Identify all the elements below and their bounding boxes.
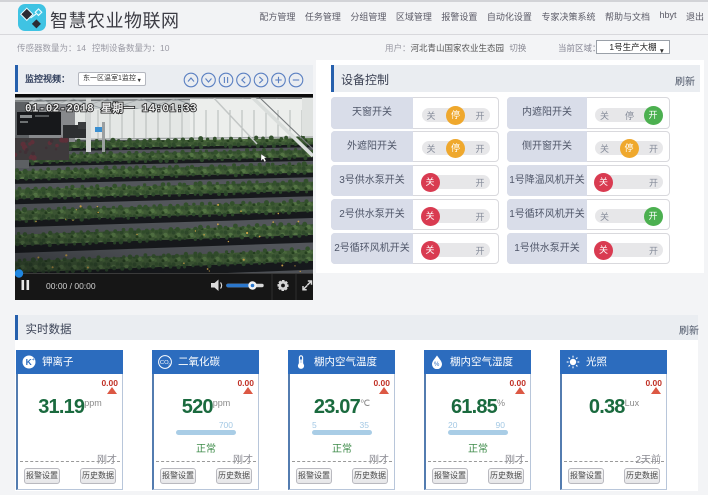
svg-text:01-02-2018 星期一 14:01:33: 01-02-2018 星期一 14:01:33 xyxy=(25,101,197,116)
svg-text:+: + xyxy=(32,357,35,363)
svg-text:00:00 / 00:00: 00:00 / 00:00 xyxy=(46,281,96,291)
svg-text:%: % xyxy=(434,362,440,368)
